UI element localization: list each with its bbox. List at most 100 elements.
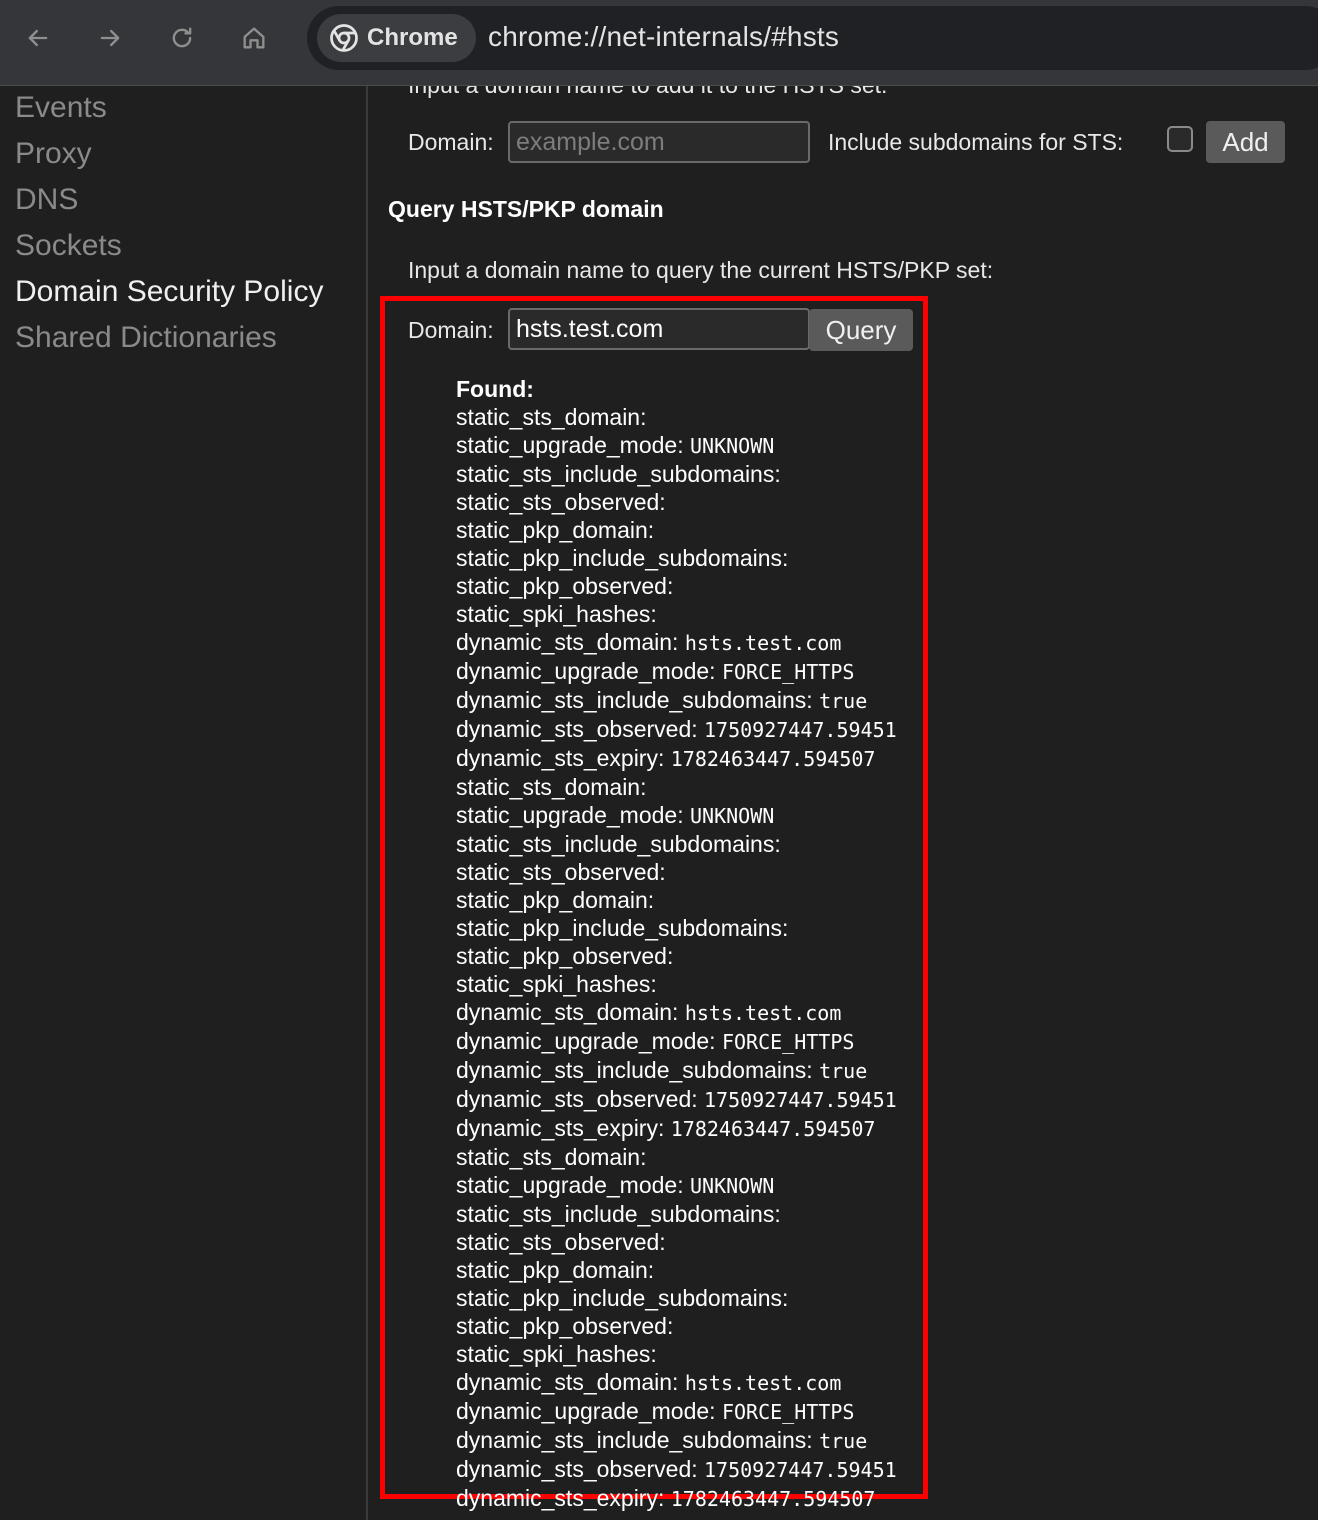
result-row: static_pkp_include_subdomains: [456, 914, 936, 942]
result-key: dynamic_sts_domain: [456, 1369, 679, 1395]
sidebar-item-proxy[interactable]: Proxy [15, 137, 92, 171]
result-key: dynamic_upgrade_mode: [456, 1028, 716, 1054]
result-key: dynamic_upgrade_mode: [456, 1398, 716, 1424]
result-key: static_spki_hashes: [456, 601, 657, 627]
result-key: dynamic_sts_expiry: [456, 1485, 665, 1511]
result-key: static_sts_domain: [456, 1144, 647, 1170]
add-domain-input[interactable]: example.com [508, 121, 810, 163]
main-content: Input a domain name to add it to the HST… [368, 86, 1318, 1520]
result-value: 1750927447.59451 [704, 1458, 897, 1482]
include-subdomains-checkbox[interactable] [1167, 126, 1193, 152]
result-list: static_sts_domain: static_upgrade_mode: U… [456, 403, 936, 1513]
result-key: static_sts_domain: [456, 774, 647, 800]
result-key: static_sts_domain: [456, 404, 647, 430]
result-key: static_sts_include_subdomains: [456, 461, 781, 487]
sidebar-item-sockets[interactable]: Sockets [15, 229, 122, 263]
result-row: static_sts_domain: [456, 773, 936, 801]
include-subdomains-label: Include subdomains for STS: [828, 129, 1124, 155]
query-button[interactable]: Query [809, 309, 913, 351]
result-key: static_upgrade_mode: [456, 802, 684, 828]
result-row: static_pkp_domain: [456, 886, 936, 914]
result-key: static_pkp_domain: [456, 517, 655, 543]
result-row: static_pkp_domain: [456, 1256, 936, 1284]
result-value: UNKNOWN [690, 804, 775, 828]
result-row: static_sts_include_subdomains: [456, 460, 936, 488]
result-key: dynamic_sts_domain: [456, 629, 679, 655]
address-bar[interactable]: Chrome chrome://net-internals/#hsts [307, 6, 1318, 70]
result-key: static_spki_hashes: [456, 1341, 657, 1367]
result-row: static_spki_hashes: [456, 600, 936, 628]
query-instruction: Input a domain name to query the current… [408, 257, 994, 283]
add-domain-label: Domain: [408, 129, 494, 155]
result-row: static_sts_domain: [456, 1143, 936, 1171]
result-row: dynamic_sts_observed: 1750927447.59451 [456, 1085, 936, 1114]
result-row: dynamic_upgrade_mode: FORCE_HTTPS [456, 1397, 936, 1426]
result-value: hsts.test.com [684, 1001, 842, 1025]
arrow-left-icon [28, 29, 48, 47]
result-key: static_pkp_domain: [456, 1257, 655, 1283]
result-key: static_sts_observed: [456, 859, 666, 885]
result-key: dynamic_sts_domain: [456, 999, 679, 1025]
result-value: FORCE_HTTPS [721, 1400, 855, 1424]
arrow-right-icon [100, 29, 120, 47]
reload-button[interactable] [162, 18, 202, 58]
result-key: static_pkp_domain: [456, 887, 655, 913]
url-text[interactable]: chrome://net-internals/#hsts [488, 21, 839, 53]
sidebar-item-dns[interactable]: DNS [15, 183, 78, 217]
result-row: dynamic_sts_include_subdomains: true [456, 686, 936, 715]
result-value: 1750927447.59451 [704, 718, 897, 742]
result-key: dynamic_sts_expiry: [456, 745, 665, 771]
result-row: dynamic_sts_observed: 1750927447.59451 [456, 1455, 936, 1484]
result-key: static_pkp_include_subdomains: [456, 545, 789, 571]
result-key: dynamic_sts_include_subdomains: [456, 1427, 813, 1453]
result-key: static_spki_hashes: [456, 971, 657, 997]
chrome-icon [330, 24, 358, 52]
result-row: dynamic_sts_domain: hsts.test.com [456, 1368, 936, 1397]
result-key: static_pkp_observed: [456, 1313, 674, 1339]
result-row: static_spki_hashes: [456, 1340, 936, 1368]
result-row: dynamic_sts_include_subdomains: true [456, 1426, 936, 1455]
result-key: static_pkp_include_subdomains: [456, 1285, 789, 1311]
result-row: static_upgrade_mode: UNKNOWN [456, 431, 936, 460]
result-value: true [819, 1429, 868, 1453]
sidebar-item-events[interactable]: Events [15, 91, 107, 125]
result-row: dynamic_sts_domain: hsts.test.com [456, 628, 936, 657]
add-button[interactable]: Add [1206, 121, 1285, 163]
reload-icon [172, 27, 192, 48]
result-row: static_pkp_observed: [456, 1312, 936, 1340]
result-key: static_sts_observed: [456, 489, 666, 515]
site-info-chip[interactable]: Chrome [317, 14, 476, 62]
result-key: static_pkp_observed: [456, 943, 674, 969]
result-value: 1782463447.594507 [670, 1487, 876, 1511]
result-row: dynamic_sts_observed: 1750927447.59451 [456, 715, 936, 744]
result-row: static_pkp_domain: [456, 516, 936, 544]
result-row: static_pkp_observed: [456, 572, 936, 600]
result-row: dynamic_sts_expiry: 1782463447.594507 [456, 744, 936, 773]
forward-button[interactable] [90, 18, 130, 58]
sidebar-item-domain-security-policy[interactable]: Domain Security Policy [15, 275, 323, 309]
query-domain-input[interactable]: hsts.test.com [508, 308, 810, 350]
result-row: static_sts_include_subdomains: [456, 830, 936, 858]
result-row: dynamic_sts_expiry: 1782463447.594507 [456, 1484, 936, 1513]
result-row: static_pkp_include_subdomains: [456, 1284, 936, 1312]
result-row: dynamic_upgrade_mode: FORCE_HTTPS [456, 657, 936, 686]
home-button[interactable] [234, 18, 274, 58]
back-button[interactable] [18, 18, 58, 58]
sidebar-item-shared-dictionaries[interactable]: Shared Dictionaries [15, 321, 277, 355]
result-value: true [819, 689, 868, 713]
query-results: Found: static_sts_domain: static_upgrade_… [456, 375, 936, 1513]
add-instruction: Input a domain name to add it to the HST… [408, 86, 887, 99]
result-value: hsts.test.com [684, 631, 842, 655]
result-key: static_pkp_observed: [456, 573, 674, 599]
result-row: static_sts_observed: [456, 858, 936, 886]
result-value: 1782463447.594507 [670, 747, 876, 771]
sidebar: Events Proxy DNS Sockets Domain Security… [0, 86, 368, 1520]
result-row: dynamic_upgrade_mode: FORCE_HTTPS [456, 1027, 936, 1056]
result-row: static_sts_observed: [456, 488, 936, 516]
result-row: static_spki_hashes: [456, 970, 936, 998]
result-key: dynamic_sts_observed: [456, 1086, 698, 1112]
result-key: static_sts_include_subdomains: [456, 1201, 781, 1227]
result-key: static_upgrade_mode: [456, 432, 684, 458]
query-section-title: Query HSTS/PKP domain [388, 196, 664, 222]
result-row: static_upgrade_mode: UNKNOWN [456, 1171, 936, 1200]
